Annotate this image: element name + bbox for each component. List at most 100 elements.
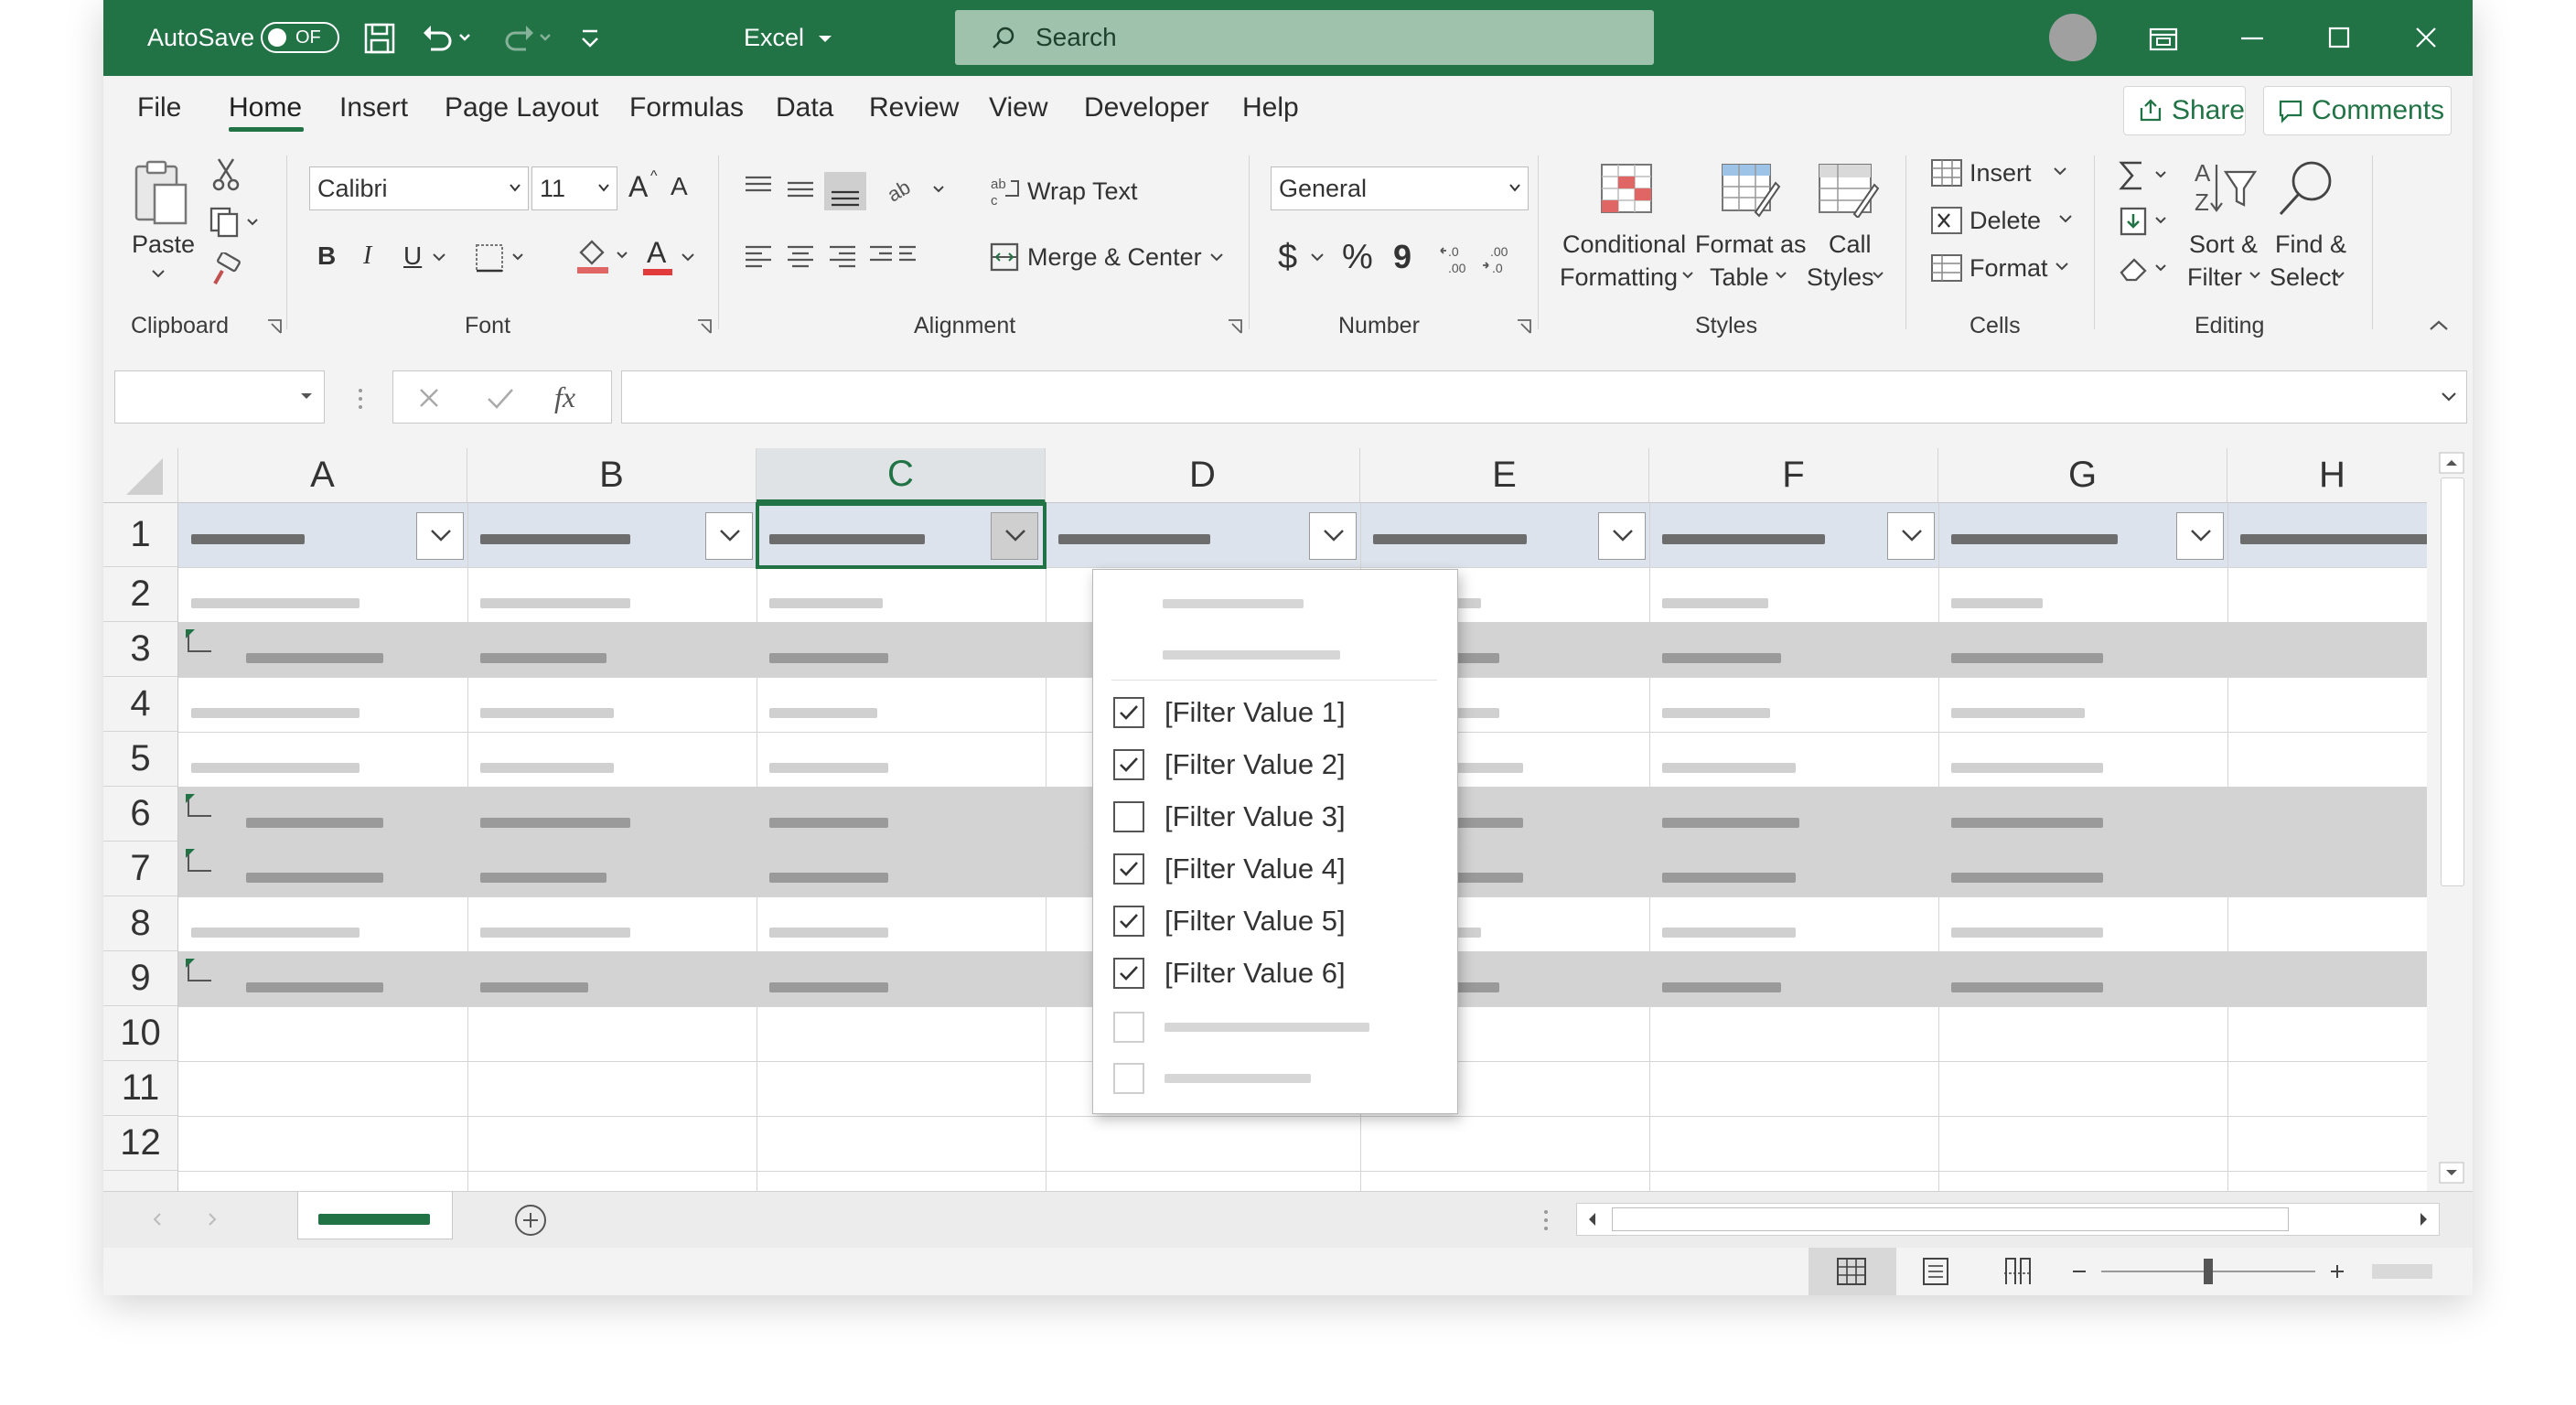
filter-option-5[interactable]: [Filter Value 5] [1113, 903, 1346, 939]
find-select-label-2[interactable]: Select [2270, 263, 2338, 292]
collapse-ribbon-icon[interactable] [2427, 316, 2451, 335]
row-header-8[interactable]: 8 [103, 896, 178, 951]
column-header-f[interactable]: F [1649, 448, 1938, 503]
filter-dropdown-button-e[interactable] [1598, 512, 1646, 560]
chevron-down-icon[interactable] [2054, 260, 2070, 273]
error-indicator-icon[interactable] [184, 957, 213, 986]
cell-styles-icon[interactable] [1816, 161, 1882, 218]
copy-icon[interactable] [208, 205, 263, 238]
row-header-5[interactable]: 5 [103, 732, 178, 787]
cancel-icon[interactable] [415, 384, 443, 412]
tab-file[interactable]: File [137, 92, 181, 123]
chevron-down-icon[interactable] [2057, 212, 2074, 225]
chevron-down-icon[interactable] [1871, 269, 1885, 282]
column-header-h[interactable]: H [2227, 448, 2427, 503]
zoom-slider-thumb[interactable] [2204, 1259, 2213, 1284]
page-layout-icon[interactable] [1920, 1257, 1951, 1286]
tab-view[interactable]: View [989, 92, 1047, 123]
cell-styles-label-2[interactable]: Styles [1807, 263, 1874, 292]
tab-page-layout[interactable]: Page Layout [445, 92, 598, 123]
scroll-right-icon[interactable] [2410, 1206, 2437, 1233]
font-name-select[interactable]: Calibri [309, 166, 529, 210]
normal-view-icon[interactable] [1836, 1257, 1867, 1286]
find-select-label[interactable]: Find & [2275, 231, 2346, 259]
font-size-select[interactable]: 11 [531, 166, 617, 210]
tab-review[interactable]: Review [869, 92, 959, 123]
chevron-down-icon[interactable] [680, 251, 696, 263]
cut-icon[interactable] [211, 157, 241, 192]
wrap-text-icon[interactable]: ab c [991, 174, 1022, 207]
scroll-up-icon[interactable] [2439, 452, 2464, 474]
paste-label[interactable]: Paste [132, 231, 195, 259]
fill-icon[interactable] [2118, 205, 2173, 238]
error-indicator-icon[interactable] [184, 792, 213, 821]
resize-handle-icon[interactable] [1541, 1208, 1551, 1232]
autosave-toggle[interactable]: OF [261, 22, 339, 53]
column-header-g[interactable]: G [1938, 448, 2227, 503]
minimize-icon[interactable] [2232, 18, 2272, 59]
filter-dropdown-button-g[interactable] [2176, 512, 2224, 560]
checkbox-icon[interactable] [1113, 1012, 1144, 1043]
checkbox-icon[interactable] [1113, 749, 1144, 780]
merge-center-icon[interactable] [989, 241, 1020, 273]
add-sheet-icon[interactable] [513, 1203, 548, 1238]
chevron-down-icon[interactable] [1774, 269, 1788, 282]
zoom-minus-icon[interactable] [2070, 1262, 2088, 1281]
chevron-down-icon[interactable] [2248, 269, 2262, 282]
name-box[interactable] [114, 370, 325, 424]
horizontal-align-icons[interactable] [742, 241, 916, 274]
enter-icon[interactable] [485, 384, 516, 412]
sort-filter-label[interactable]: Sort & [2189, 231, 2258, 259]
find-select-icon[interactable] [2273, 157, 2337, 220]
expand-formula-icon[interactable] [2439, 390, 2459, 404]
sort-filter-label-2[interactable]: Filter [2187, 263, 2242, 292]
save-icon[interactable] [363, 22, 396, 55]
scroll-thumb[interactable] [2441, 477, 2464, 886]
sort-filter-icon[interactable]: A Z [2193, 159, 2259, 218]
dialog-launcher-icon[interactable] [1516, 318, 1532, 335]
tab-data[interactable]: Data [776, 92, 833, 123]
ribbon-display-icon[interactable] [2143, 18, 2184, 59]
tab-help[interactable]: Help [1242, 92, 1299, 123]
decimal-icons[interactable]: .0 .00 .00 .0 [1437, 240, 1514, 276]
tab-insert[interactable]: Insert [339, 92, 408, 123]
underline-button[interactable]: U [403, 241, 422, 271]
error-indicator-icon[interactable] [184, 847, 213, 876]
filter-option-placeholder[interactable] [1113, 1060, 1311, 1097]
row-header-7[interactable]: 7 [103, 842, 178, 896]
select-all-corner[interactable] [103, 448, 178, 503]
tab-formulas[interactable]: Formulas [629, 92, 744, 123]
zoom-plus-icon[interactable] [2328, 1262, 2346, 1281]
row-header-3[interactable]: 3 [103, 622, 178, 677]
insert-cells-button[interactable]: Insert [1970, 159, 2032, 188]
conditional-formatting-label[interactable]: Conditional [1562, 231, 1686, 259]
chevron-down-icon[interactable] [1208, 251, 1225, 263]
horizontal-scroll-thumb[interactable] [1612, 1207, 2289, 1231]
shrink-font-button[interactable]: A [671, 172, 688, 201]
orientation-icon[interactable]: ab [886, 174, 950, 207]
checkbox-icon[interactable] [1113, 958, 1144, 989]
zoom-level-placeholder[interactable] [2372, 1264, 2432, 1279]
chevron-down-icon[interactable] [431, 251, 447, 263]
row-header-2[interactable]: 2 [103, 567, 178, 622]
insert-function-button[interactable]: fx [554, 381, 575, 414]
menu-option-placeholder[interactable] [1163, 650, 1340, 660]
row-header-1[interactable]: 1 [103, 503, 178, 567]
row-header-13[interactable] [103, 1171, 178, 1191]
comments-button[interactable]: Comments [2263, 86, 2452, 135]
dialog-launcher-icon[interactable] [266, 318, 283, 335]
bold-button[interactable]: B [317, 241, 336, 271]
checkbox-icon[interactable] [1113, 801, 1144, 832]
filter-option-placeholder[interactable] [1113, 1009, 1369, 1046]
scroll-sheets-left-icon[interactable] [151, 1210, 164, 1228]
checkbox-icon[interactable] [1113, 853, 1144, 885]
column-header-b[interactable]: B [467, 448, 757, 503]
dialog-launcher-icon[interactable] [1227, 318, 1243, 335]
filter-dropdown-button-d[interactable] [1309, 512, 1357, 560]
app-name[interactable]: Excel [744, 0, 837, 76]
autosum-icon[interactable] [2118, 159, 2173, 192]
fill-color-icon[interactable] [574, 236, 632, 276]
vertical-align-icons[interactable] [742, 172, 870, 210]
format-as-table-label-2[interactable]: Table [1710, 263, 1769, 292]
avatar[interactable] [2049, 14, 2097, 61]
